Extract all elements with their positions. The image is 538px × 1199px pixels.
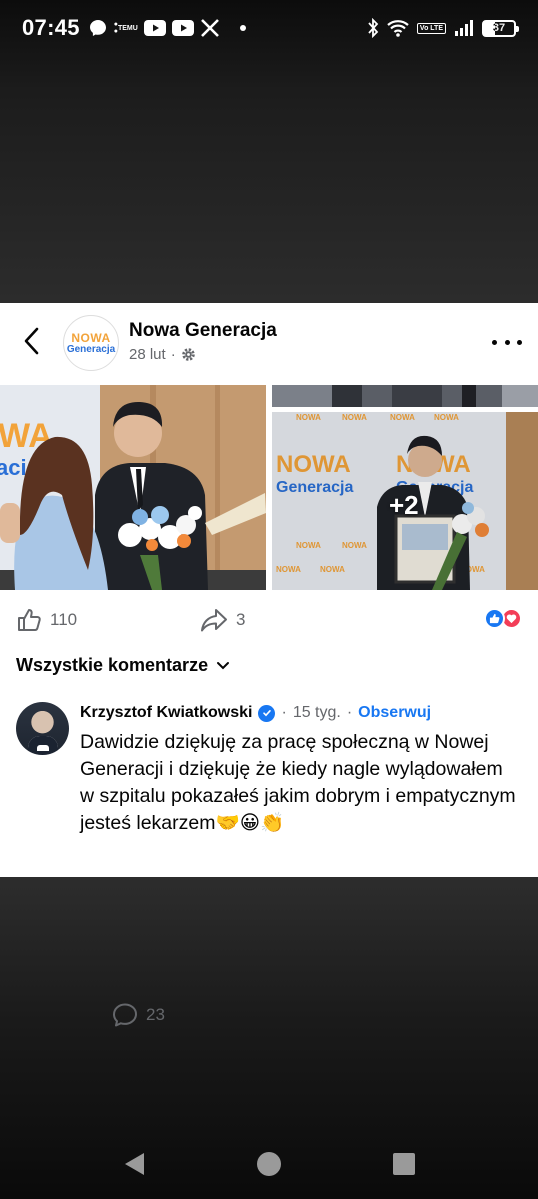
status-bar: 07:45 ● ● TEMU Vo LTE 37 <box>0 0 538 56</box>
wifi-icon <box>387 19 409 37</box>
status-time: 07:45 <box>22 15 80 40</box>
page-avatar[interactable]: NOWA Generacja <box>63 315 119 371</box>
meta-separator: · <box>170 346 176 363</box>
back-arrow-icon <box>24 327 39 355</box>
nav-back-icon <box>125 1153 144 1175</box>
messenger-icon <box>88 18 108 38</box>
nav-home-icon <box>257 1152 281 1176</box>
follow-button[interactable]: Obserwuj <box>358 704 431 722</box>
comment-button[interactable]: 23 <box>112 995 538 1035</box>
notification-icons: ● ● TEMU <box>88 18 246 38</box>
signal-icon <box>454 19 474 37</box>
like-icon <box>18 609 41 631</box>
comment-time[interactable]: 15 tyg. <box>293 704 341 722</box>
reaction-bar: 110 23 3 <box>0 600 538 1027</box>
bluetooth-icon <box>367 18 379 38</box>
youtube-icon <box>143 20 166 36</box>
reaction-summary[interactable] <box>484 608 522 629</box>
comment-header: Krzysztof Kwiatkowski · 15 tyg. · Obserw… <box>80 704 431 722</box>
shares-count: 3 <box>236 610 246 629</box>
comment-separator: · <box>281 704 287 721</box>
chevron-down-icon <box>217 661 230 669</box>
post-photo-main[interactable]: WA aci <box>0 385 266 590</box>
logo-text-bottom: Generacja <box>66 343 116 355</box>
nav-recent-icon <box>393 1153 415 1175</box>
post-card: NOWA Generacja Nowa Generacja 28 lut · W… <box>0 303 538 1027</box>
post-date[interactable]: 28 lut <box>129 346 166 363</box>
nav-recent-button[interactable] <box>390 1150 418 1178</box>
nav-back-button[interactable] <box>120 1150 148 1178</box>
back-button[interactable] <box>14 323 50 359</box>
x-icon <box>200 18 220 38</box>
commenter-name[interactable]: Krzysztof Kwiatkowski <box>80 704 252 722</box>
share-icon <box>201 609 227 632</box>
post-header: NOWA Generacja Nowa Generacja 28 lut · <box>0 303 538 383</box>
post-photo-more[interactable]: NOWA Generacja NOWA Generacja NOWA NOWA … <box>272 412 538 590</box>
youtube-icon-2 <box>171 20 194 36</box>
verified-icon <box>258 704 276 722</box>
nav-home-button[interactable] <box>255 1150 283 1178</box>
logo-text-top: NOWA <box>71 330 111 345</box>
like-reaction-icon <box>484 608 505 629</box>
page-name[interactable]: Nowa Generacja <box>129 320 277 342</box>
post-photo-strip[interactable] <box>272 385 538 407</box>
comment-text: Dawidzie dziękuję za pracę społeczną w N… <box>80 731 516 834</box>
volte-icon: Vo LTE <box>416 22 446 34</box>
comments-filter-label: Wszystkie komentarze <box>16 655 209 675</box>
system-icons: Vo LTE 37 <box>367 18 519 38</box>
more-photos-count[interactable]: +2 <box>389 490 419 521</box>
comments-filter-dropdown[interactable]: Wszystkie komentarze <box>16 655 230 676</box>
more-options-button[interactable] <box>492 333 522 351</box>
svg-text:aci: aci <box>0 455 27 480</box>
temu-label: TEMU <box>117 24 138 32</box>
temu-icon: ● ● TEMU <box>113 21 138 35</box>
dot-icon <box>239 25 246 31</box>
comment-separator-2: · <box>346 704 353 721</box>
battery-icon: 37 <box>482 19 519 37</box>
comment-icon <box>113 1003 137 1027</box>
commenter-avatar[interactable] <box>16 702 69 755</box>
more-icon <box>492 339 497 345</box>
post-meta: 28 lut · <box>129 346 196 363</box>
like-button[interactable]: 110 <box>16 600 77 640</box>
likes-count: 110 <box>50 610 78 629</box>
share-button[interactable]: 3 <box>200 600 245 640</box>
gear-icon <box>181 347 196 362</box>
battery-level: 37 <box>492 22 506 34</box>
comments-count: 23 <box>146 1005 165 1024</box>
navigation-bar <box>0 1130 538 1196</box>
